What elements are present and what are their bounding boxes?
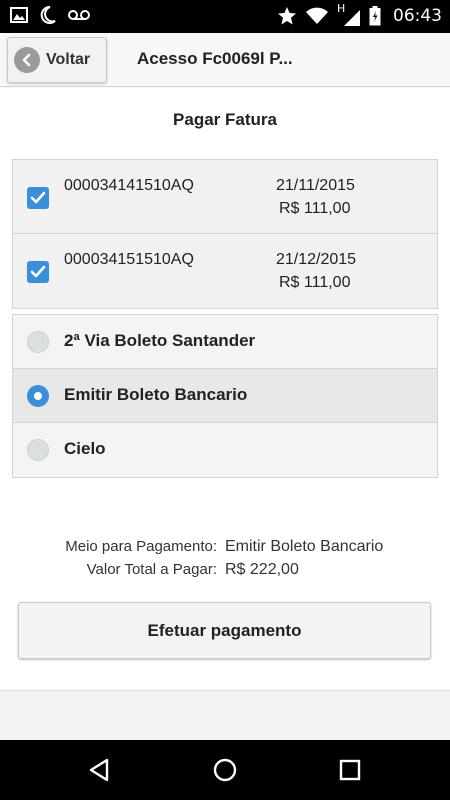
summary-row: Meio para Pagamento: Emitir Boleto Banca… [0,536,450,559]
radio-button[interactable] [27,439,49,461]
invoice-code: 000034141510AQ [64,177,194,194]
invoice-code: 000034151510AQ [64,251,194,268]
check-icon [30,265,46,278]
submit-payment-button[interactable]: Efetuar pagamento [18,602,431,659]
radio-button-selected[interactable] [27,385,49,407]
invoice-checkbox[interactable] [27,187,49,209]
navigation-bar [0,740,450,800]
radio-button[interactable] [27,331,49,353]
payment-method-label: 2ª Via Boleto Santander [64,331,256,350]
back-triangle-icon [89,758,109,782]
invoice-value: R$ 111,00 [279,274,351,291]
recents-nav-button[interactable] [335,755,365,785]
check-icon [30,191,46,204]
battery-icon [369,6,381,26]
voicemail-icon [68,10,90,20]
invoice-value: R$ 111,00 [279,200,351,217]
payment-method-option[interactable]: 2ª Via Boleto Santander [13,315,437,369]
moon-icon [40,6,56,24]
signal-icon [344,10,360,26]
back-button-label: Voltar [46,51,91,68]
invoice-checkbox[interactable] [27,261,49,283]
wifi-icon [306,7,328,24]
payment-method-option[interactable]: Cielo [13,423,437,477]
page-title: Acesso Fc0069l P... [137,49,293,68]
footer-area [0,690,450,740]
star-icon [278,7,296,25]
payment-method-summary-label: Meio para Pagamento: [65,538,217,555]
chevron-left-icon [14,47,40,73]
status-bar: H 06:43 [0,0,450,33]
clock: 06:43 [393,6,442,26]
payment-method-label: Cielo [64,439,106,458]
payment-method-label: Emitir Boleto Bancario [64,385,248,404]
section-title: Pagar Fatura [173,110,277,129]
total-label: Valor Total a Pagar: [86,561,217,578]
payment-method-summary-value: Emitir Boleto Bancario [225,538,384,555]
back-nav-button[interactable] [84,755,114,785]
radio-dot [34,392,42,400]
home-circle-icon [213,758,237,782]
invoice-row[interactable]: 000034151510AQ 21/12/2015 R$ 111,00 [13,234,437,308]
app-header: Voltar Acesso Fc0069l P... [0,33,450,87]
invoice-row[interactable]: 000034141510AQ 21/11/2015 R$ 111,00 [13,160,437,234]
invoice-date: 21/11/2015 [276,177,355,194]
summary-row: Valor Total a Pagar: R$ 222,00 [0,559,450,582]
recents-square-icon [339,759,361,781]
back-button[interactable]: Voltar [7,37,107,83]
invoice-date: 21/12/2015 [276,251,357,268]
home-nav-button[interactable] [210,755,240,785]
image-icon [10,7,28,23]
payment-summary: Meio para Pagamento: Emitir Boleto Banca… [0,536,450,582]
payment-method-list: 2ª Via Boleto Santander Emitir Boleto Ba… [12,314,438,478]
invoice-list: 000034141510AQ 21/11/2015 R$ 111,00 0000… [12,159,438,309]
total-value: R$ 222,00 [225,561,299,578]
payment-method-option[interactable]: Emitir Boleto Bancario [13,369,437,423]
main-content: Pagar Fatura 000034141510AQ 21/11/2015 R… [0,88,450,690]
